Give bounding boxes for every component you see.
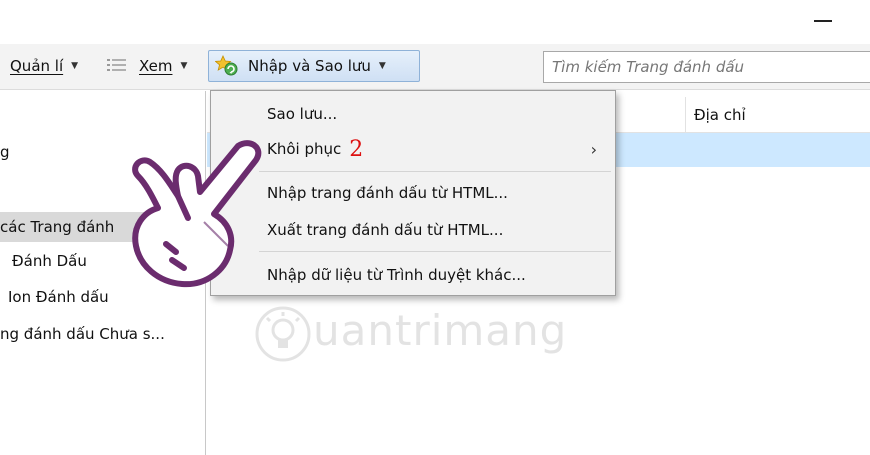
- organize-label: Quản lí: [10, 57, 64, 75]
- sidebar-item[interactable]: g: [0, 137, 10, 167]
- menu-item-backup[interactable]: Sao lưu...: [211, 96, 615, 132]
- sidebar-item[interactable]: Đánh Dấu: [12, 246, 87, 276]
- search-input[interactable]: Tìm kiếm Trang đánh dấu: [543, 51, 870, 83]
- menu-item-label: Nhập trang đánh dấu từ HTML...: [267, 184, 508, 202]
- sidebar-item-selected[interactable]: các Trang đánh: [0, 212, 206, 242]
- views-button[interactable]: Xem ▼: [100, 50, 193, 82]
- menu-item-import-html[interactable]: Nhập trang đánh dấu từ HTML...: [211, 175, 615, 211]
- sidebar-item-label: các Trang đánh: [0, 218, 115, 236]
- import-backup-button[interactable]: Nhập và Sao lưu ▼: [208, 50, 420, 82]
- chevron-down-icon: ▼: [180, 61, 188, 71]
- menu-separator: [259, 251, 611, 252]
- menu-item-label: Nhập dữ liệu từ Trình duyệt khác...: [267, 266, 526, 284]
- sidebar-item[interactable]: ng đánh dấu Chưa s...: [0, 319, 165, 349]
- menu-item-label: Sao lưu...: [267, 105, 338, 123]
- menu-item-export-html[interactable]: Xuất trang đánh dấu từ HTML...: [211, 212, 615, 248]
- menu-item-restore[interactable]: Khôi phục 2 ›: [211, 131, 615, 167]
- import-backup-icon: [215, 55, 238, 76]
- watermark: uantrimang: [253, 302, 566, 368]
- step-annotation-2: 2: [349, 136, 364, 162]
- list-view-icon: [107, 59, 126, 71]
- import-backup-label: Nhập và Sao lưu: [248, 57, 371, 75]
- organize-button[interactable]: Quản lí ▼: [4, 50, 84, 82]
- watermark-text: uantrimang: [313, 306, 568, 355]
- title-bar: [0, 0, 870, 44]
- menu-item-label: Xuất trang đánh dấu từ HTML...: [267, 221, 504, 239]
- lightbulb-logo-icon: [255, 306, 311, 362]
- minimize-button[interactable]: [812, 8, 836, 32]
- import-backup-menu: Sao lưu... Khôi phục 2 › Nhập trang đánh…: [210, 90, 616, 296]
- chevron-down-icon: ▼: [378, 61, 386, 71]
- menu-item-import-other-browser[interactable]: Nhập dữ liệu từ Trình duyệt khác...: [211, 257, 615, 293]
- column-header-address[interactable]: Địa chỉ: [685, 97, 746, 133]
- sidebar-item[interactable]: Ion Đánh dấu: [8, 282, 109, 312]
- sidebar: g các Trang đánh Đánh Dấu Ion Đánh dấu n…: [0, 91, 206, 455]
- menu-separator: [259, 171, 611, 172]
- chevron-down-icon: ▼: [71, 61, 79, 71]
- menu-item-label: Khôi phục: [267, 140, 342, 158]
- chevron-right-icon: ›: [590, 140, 597, 159]
- views-label: Xem: [139, 57, 173, 75]
